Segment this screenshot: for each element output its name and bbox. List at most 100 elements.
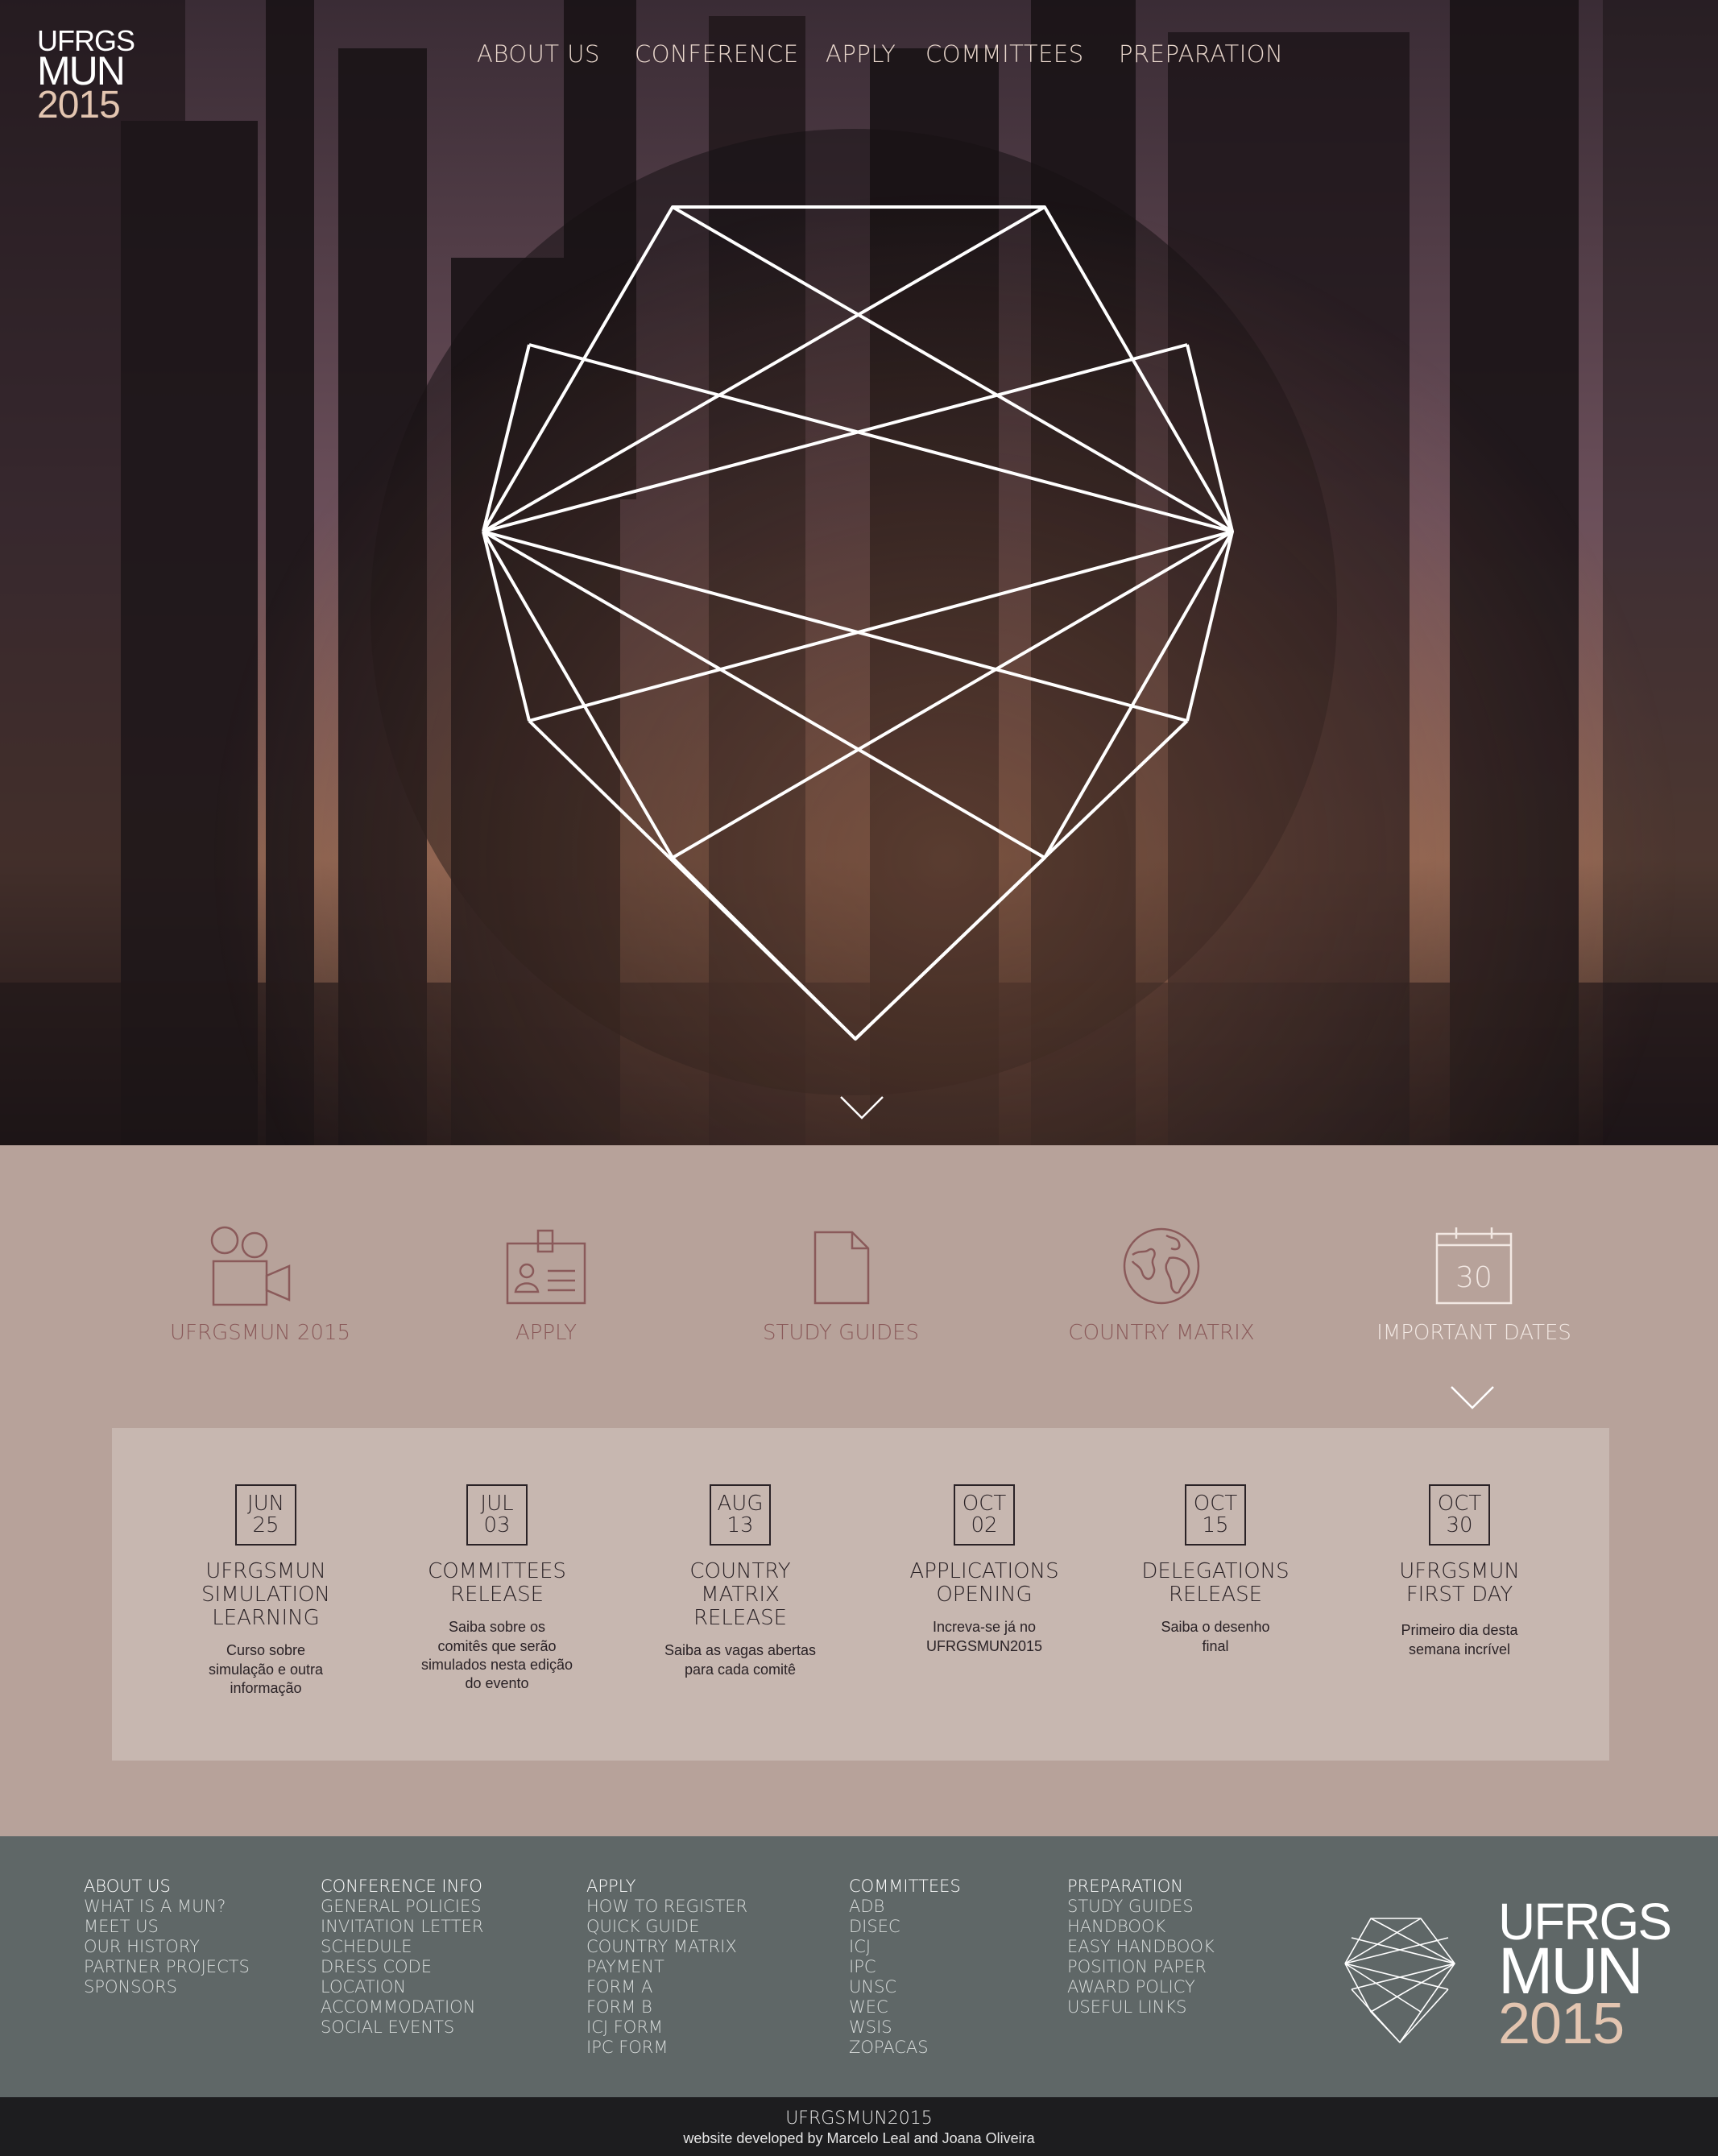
footer-link[interactable]: ICJ (849, 1937, 961, 1957)
date-title: APPLICATIONS OPENING (896, 1559, 1073, 1607)
feature-important-dates[interactable]: 30 IMPORTANT DATES (1369, 1226, 1579, 1345)
footer-heading[interactable]: PREPARATION (1067, 1877, 1215, 1897)
footer-link[interactable]: SPONSORS (84, 1977, 250, 1997)
footer-link[interactable]: DISEC (849, 1917, 961, 1937)
footer-link[interactable]: SOCIAL EVENTS (321, 2017, 483, 2038)
date-item: OCT 15 DELEGATIONS RELEASE Saiba o desen… (1127, 1484, 1304, 1656)
footer-link[interactable]: FORM A (586, 1977, 747, 1997)
footer-heading[interactable]: APPLY (586, 1877, 747, 1897)
footer-link[interactable]: POSITION PAPER (1067, 1957, 1215, 1977)
feature-label: STUDY GUIDES (763, 1321, 919, 1345)
scroll-down-icon[interactable] (839, 1095, 884, 1121)
footer-logo[interactable]: UFRGS MUN 2015 (1498, 1896, 1672, 2056)
footer-column-apply: APPLY HOW TO REGISTER QUICK GUIDE COUNTR… (586, 1877, 747, 2058)
date-day: 03 (483, 1513, 511, 1537)
feature-apply[interactable]: APPLY (466, 1226, 627, 1345)
date-month: JUN (246, 1492, 285, 1517)
date-desc-line: semana incrível (1408, 1641, 1511, 1657)
date-month: OCT (1193, 1492, 1238, 1517)
footer-link[interactable]: PAYMENT (586, 1957, 747, 1977)
footer-heading[interactable]: ABOUT US (84, 1877, 250, 1897)
date-description: Increva-se já no UFRGSMUN2015 (896, 1618, 1073, 1656)
date-item: AUG 13 COUNTRY MATRIX RELEASE Saiba as v… (652, 1484, 829, 1679)
site-footer: ABOUT US WHAT IS A MUN? MEET US OUR HIST… (0, 1836, 1718, 2097)
date-title-line: COUNTRY (689, 1559, 791, 1583)
footer-column-conference: CONFERENCE INFO GENERAL POLICIES INVITAT… (321, 1877, 483, 2038)
footer-link[interactable]: IPC FORM (586, 2038, 747, 2058)
footer-link[interactable]: COUNTRY MATRIX (586, 1937, 747, 1957)
date-desc-line: Saiba o desenho (1161, 1619, 1270, 1636)
date-month: OCT (1437, 1492, 1482, 1517)
feature-country-matrix[interactable]: COUNTRY MATRIX (1057, 1226, 1266, 1345)
date-title-line: RELEASE (449, 1583, 544, 1608)
document-icon (813, 1231, 870, 1305)
footer-link[interactable]: WHAT IS A MUN? (84, 1897, 250, 1917)
footer-link[interactable]: MEET US (84, 1917, 250, 1937)
footer-link[interactable]: WEC (849, 1997, 961, 2017)
footer-link[interactable]: ADB (849, 1897, 961, 1917)
globe-icon (1123, 1227, 1200, 1305)
footer-link[interactable]: HOW TO REGISTER (586, 1897, 747, 1917)
date-day: 13 (727, 1513, 754, 1537)
footer-column-committees: COMMITTEES ADB DISEC ICJ IPC UNSC WEC WS… (849, 1877, 961, 2058)
footer-link[interactable]: STUDY GUIDES (1067, 1897, 1215, 1917)
date-description: Saiba as vagas abertas para cada comitê (652, 1641, 829, 1679)
footer-link[interactable]: INVITATION LETTER (321, 1917, 483, 1937)
footer-link[interactable]: FORM B (586, 1997, 747, 2017)
date-desc-line: Saiba sobre os (448, 1619, 546, 1636)
date-title: COMMITTEES RELEASE (408, 1559, 586, 1608)
date-title-line: UFRGSMUN (205, 1559, 326, 1583)
feature-study-guides[interactable]: STUDY GUIDES (760, 1226, 921, 1345)
date-day: 02 (971, 1513, 998, 1537)
footer-link[interactable]: HANDBOOK (1067, 1917, 1215, 1937)
date-title: UFRGSMUN FIRST DAY (1371, 1559, 1548, 1608)
feature-label: UFRGSMUN 2015 (170, 1321, 351, 1345)
footer-heading[interactable]: COMMITTEES (849, 1877, 961, 1897)
date-title-line: RELEASE (1168, 1583, 1263, 1608)
date-badge: JUL 03 (466, 1484, 528, 1546)
footer-logo-year: 2015 (1498, 1991, 1625, 2056)
footer-link[interactable]: DRESS CODE (321, 1957, 483, 1977)
footer-link[interactable]: QUICK GUIDE (586, 1917, 747, 1937)
date-title-line: FIRST DAY (1405, 1583, 1513, 1608)
bottom-bar: UFRGSMUN2015 website developed by Marcel… (0, 2097, 1718, 2156)
footer-link[interactable]: EASY HANDBOOK (1067, 1937, 1215, 1957)
date-day: 25 (252, 1513, 279, 1537)
footer-link[interactable]: OUR HISTORY (84, 1937, 250, 1957)
footer-heading[interactable]: CONFERENCE INFO (321, 1877, 483, 1897)
date-badge: AUG 13 (710, 1484, 771, 1546)
developer-credit: website developed by Marcelo Leal and Jo… (683, 2130, 1035, 2146)
date-item: OCT 30 UFRGSMUN FIRST DAY Primeiro dia d… (1371, 1484, 1548, 1659)
footer-link[interactable]: UNSC (849, 1977, 961, 1997)
footer-link[interactable]: AWARD POLICY (1067, 1977, 1215, 1997)
date-desc-line: Primeiro dia desta (1401, 1622, 1518, 1639)
footer-link[interactable]: WSIS (849, 2017, 961, 2038)
date-title-line: LEARNING (212, 1606, 320, 1631)
date-badge: OCT 02 (954, 1484, 1015, 1546)
date-month: JUL (480, 1492, 514, 1517)
chevron-down-icon[interactable] (1450, 1385, 1495, 1411)
footer-link[interactable]: IPC (849, 1957, 961, 1977)
camera-icon (210, 1226, 291, 1306)
date-desc-line: simulação e outra (208, 1661, 324, 1678)
date-title: DELEGATIONS RELEASE (1127, 1559, 1304, 1608)
date-desc-line: UFRGSMUN2015 (925, 1637, 1043, 1654)
geometric-heart-emblem (482, 205, 1234, 1041)
footer-link[interactable]: LOCATION (321, 1977, 483, 1997)
important-dates-panel: JUN 25 UFRGSMUN SIMULATION LEARNING Curs… (112, 1428, 1609, 1761)
calendar-day-text: 30 (1455, 1261, 1492, 1294)
footer-link[interactable]: ACCOMMODATION (321, 1997, 483, 2017)
footer-link[interactable]: USEFUL LINKS (1067, 1997, 1215, 2017)
footer-link[interactable]: PARTNER PROJECTS (84, 1957, 250, 1977)
footer-link[interactable]: SCHEDULE (321, 1937, 483, 1957)
date-title-line: DELEGATIONS (1141, 1559, 1290, 1583)
feature-label: APPLY (515, 1321, 577, 1345)
date-title-line: APPLICATIONS (909, 1559, 1059, 1583)
footer-link[interactable]: ZOPACAS (849, 2038, 961, 2058)
feature-ufrgsmun-2015[interactable]: UFRGSMUN 2015 (170, 1226, 351, 1345)
footer-link[interactable]: ICJ FORM (586, 2017, 747, 2038)
feature-label: COUNTRY MATRIX (1068, 1321, 1255, 1345)
footer-link[interactable]: GENERAL POLICIES (321, 1897, 483, 1917)
date-item: JUN 25 UFRGSMUN SIMULATION LEARNING Curs… (177, 1484, 354, 1699)
date-desc-line: simulados nesta edição (420, 1657, 573, 1673)
